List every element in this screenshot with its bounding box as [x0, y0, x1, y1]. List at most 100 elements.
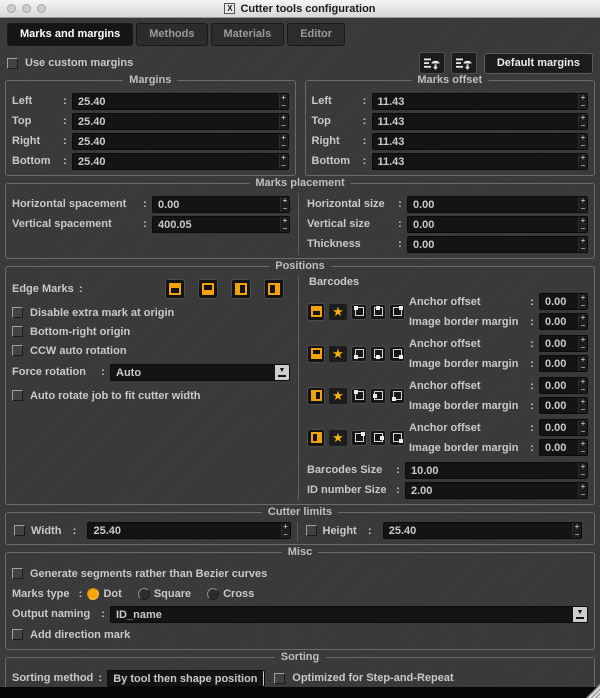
barcode-star-left-toggle[interactable]: ★ [328, 386, 348, 405]
minimize-button[interactable] [22, 4, 31, 13]
barcode-pos-top-center-button[interactable] [370, 303, 386, 320]
spin-down-icon[interactable]: − [579, 344, 587, 352]
tab-marks-and-margins[interactable]: Marks and margins [7, 23, 134, 46]
spin-down-icon[interactable]: − [579, 161, 587, 169]
spin-down-icon[interactable]: − [579, 244, 587, 252]
spin-down-icon[interactable]: − [579, 470, 587, 478]
load-margins-preset-button[interactable] [418, 52, 445, 74]
spin-down-icon[interactable]: − [579, 490, 587, 498]
barcodes-size-field[interactable]: 10.00 + − [405, 461, 588, 479]
tab-editor[interactable]: Editor [287, 23, 345, 46]
vertical-size-field[interactable]: 0.00 + − [407, 215, 588, 233]
cutter-height-field[interactable]: 25.40 + − [382, 522, 582, 539]
barcode-star-bottom-toggle[interactable]: ★ [328, 344, 348, 363]
anchor-offset-top-field[interactable]: 0.00 + − [539, 293, 588, 310]
generate-segments-checkbox[interactable] [12, 568, 23, 579]
ccw-auto-rotation-checkbox[interactable] [12, 345, 23, 356]
spin-down-icon[interactable]: − [282, 531, 290, 539]
barcode-pos-right-top-button[interactable] [351, 429, 367, 446]
sorting-method-dropdown[interactable]: By tool then shape position ▼ [107, 669, 266, 687]
zoom-button[interactable] [37, 4, 46, 13]
save-margins-preset-button[interactable] [450, 52, 477, 74]
bottom-right-origin-checkbox[interactable] [12, 326, 23, 337]
spin-down-icon[interactable]: − [579, 101, 587, 109]
spin-down-icon[interactable]: − [579, 322, 587, 330]
edge-mark-right-toggle[interactable] [264, 279, 284, 299]
cutter-width-field[interactable]: 25.40 + − [87, 522, 291, 539]
add-direction-mark-checkbox[interactable] [12, 629, 23, 640]
close-button[interactable] [7, 4, 16, 13]
cross-radio[interactable] [207, 588, 220, 600]
edge-mark-left-toggle[interactable] [231, 279, 251, 299]
spin-down-icon[interactable]: − [579, 448, 587, 456]
barcode-star-top-toggle[interactable]: ★ [328, 302, 348, 321]
square-radio[interactable] [137, 588, 150, 600]
edge-mark-bottom-toggle[interactable] [198, 279, 218, 299]
marks-offset-right-field[interactable]: 11.43 + − [371, 132, 588, 150]
marks-offset-bottom-field[interactable]: 11.43 + − [371, 152, 588, 170]
barcode-pos-left-center-button[interactable] [370, 387, 386, 404]
margins-left-field[interactable]: 25.40 + − [72, 92, 289, 110]
spin-down-icon[interactable]: − [573, 531, 581, 539]
barcode-pos-top-left-button[interactable] [351, 303, 367, 320]
cutter-width-checkbox[interactable] [14, 525, 25, 536]
optimized-step-repeat-checkbox[interactable] [274, 672, 286, 684]
marks-offset-top-field[interactable]: 11.43 + − [371, 112, 588, 130]
barcode-pos-bottom-right-button[interactable] [389, 345, 405, 362]
barcode-pos-right-center-button[interactable] [370, 429, 386, 446]
dot-radio[interactable] [87, 588, 100, 600]
spin-down-icon[interactable]: − [579, 364, 587, 372]
barcode-edge-left-toggle[interactable] [307, 386, 325, 405]
tab-materials[interactable]: Materials [210, 23, 285, 46]
disable-extra-mark-checkbox[interactable] [12, 307, 23, 318]
spin-down-icon[interactable]: − [579, 121, 587, 129]
margins-right-field[interactable]: 25.40 + − [72, 132, 289, 150]
edge-mark-top-toggle[interactable] [165, 279, 185, 299]
id-number-size-field[interactable]: 2.00 + − [405, 481, 588, 499]
spin-down-icon[interactable]: − [579, 386, 587, 394]
anchor-offset-left-field[interactable]: 0.00 + − [539, 377, 588, 394]
barcode-pos-bottom-center-button[interactable] [370, 345, 386, 362]
barcode-edge-right-toggle[interactable] [307, 428, 325, 447]
barcode-pos-left-bottom-button[interactable] [389, 387, 405, 404]
margins-top-field[interactable]: 25.40 + − [72, 112, 289, 130]
barcode-pos-bottom-left-button[interactable] [351, 345, 367, 362]
barcode-edge-bottom-toggle[interactable] [307, 344, 325, 363]
spin-down-icon[interactable]: − [280, 141, 288, 149]
spin-down-icon[interactable]: − [281, 204, 289, 212]
margins-bottom-field[interactable]: 25.40 + − [72, 152, 289, 170]
dropdown-arrow-icon[interactable]: ▼ [275, 364, 289, 380]
horizontal-spacement-field[interactable]: 0.00 + − [152, 195, 290, 213]
cutter-height-checkbox[interactable] [305, 525, 317, 536]
barcode-pos-top-right-button[interactable] [389, 303, 405, 320]
barcode-star-right-toggle[interactable]: ★ [328, 428, 348, 447]
horizontal-size-field[interactable]: 0.00 + − [407, 195, 588, 213]
barcode-pos-right-bottom-button[interactable] [389, 429, 405, 446]
spin-down-icon[interactable]: − [579, 204, 587, 212]
anchor-offset-right-field[interactable]: 0.00 + − [539, 419, 588, 436]
dropdown-arrow-icon[interactable]: ▼ [573, 606, 587, 622]
image-border-margin-top-field[interactable]: 0.00 + − [539, 313, 588, 330]
spin-down-icon[interactable]: − [281, 224, 289, 232]
default-margins-button[interactable]: Default margins [483, 52, 593, 74]
spin-down-icon[interactable]: − [280, 101, 288, 109]
vertical-spacement-field[interactable]: 400.05 + − [152, 215, 290, 233]
barcode-edge-top-toggle[interactable] [307, 302, 325, 321]
spin-down-icon[interactable]: − [280, 121, 288, 129]
spin-down-icon[interactable]: − [280, 161, 288, 169]
spin-down-icon[interactable]: − [579, 141, 587, 149]
barcode-pos-left-top-button[interactable] [351, 387, 367, 404]
anchor-offset-bottom-field[interactable]: 0.00 + − [539, 335, 588, 352]
marks-offset-left-field[interactable]: 11.43 + − [371, 92, 588, 110]
tab-methods[interactable]: Methods [136, 23, 208, 46]
image-border-margin-right-field[interactable]: 0.00 + − [539, 439, 588, 456]
image-border-margin-bottom-field[interactable]: 0.00 + − [539, 355, 588, 372]
auto-rotate-checkbox[interactable] [12, 390, 23, 401]
thickness-field[interactable]: 0.00 + − [407, 235, 588, 253]
dropdown-arrow-icon[interactable]: ▼ [262, 670, 265, 686]
use-custom-margins-checkbox[interactable] [7, 57, 18, 69]
spin-down-icon[interactable]: − [579, 428, 587, 436]
spin-down-icon[interactable]: − [579, 224, 587, 232]
image-border-margin-left-field[interactable]: 0.00 + − [539, 397, 588, 414]
spin-down-icon[interactable]: − [579, 406, 587, 414]
